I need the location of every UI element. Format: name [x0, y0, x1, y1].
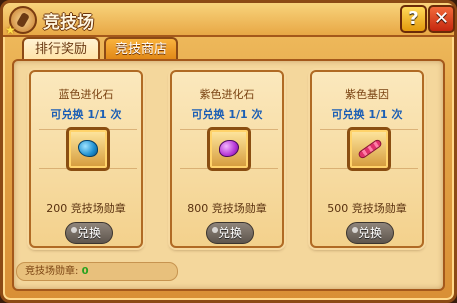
shop-item-card: 紫色进化石 可兑换 1/1 次 800 竞技场勋章 兑换	[170, 70, 284, 248]
item-name: 紫色基因	[345, 88, 389, 101]
item-slot[interactable]	[347, 127, 391, 171]
medal-balance-value: 0	[81, 266, 89, 277]
item-name: 蓝色进化石	[58, 88, 114, 101]
purple-gene-icon	[357, 138, 383, 160]
title-bar: ★ 竞技场 ? ✕	[3, 3, 455, 37]
item-price: 800 竞技场勋章	[187, 202, 267, 215]
purple-evolution-stone-icon	[219, 140, 239, 157]
close-button[interactable]: ✕	[428, 5, 455, 33]
tab-ranking-rewards[interactable]: 排行奖励	[22, 37, 100, 60]
item-exchange-limit: 可兑换 1/1 次	[191, 108, 263, 121]
item-price: 500 竞技场勋章	[327, 202, 407, 215]
window-title: 竞技场	[43, 13, 94, 33]
item-exchange-limit: 可兑换 1/1 次	[50, 108, 122, 121]
item-slot[interactable]	[207, 127, 251, 171]
item-slot[interactable]	[66, 127, 110, 171]
blue-evolution-stone-icon	[78, 140, 98, 157]
item-price: 200 竞技场勋章	[46, 202, 126, 215]
exchange-button[interactable]: 兑换	[206, 222, 254, 244]
shop-item-card: 紫色基因 可兑换 1/1 次 500 竞技场勋章 兑换	[310, 70, 424, 248]
medal-balance: 竞技场勋章: 0	[16, 262, 178, 281]
exchange-button[interactable]: 兑换	[346, 222, 394, 244]
item-name: 紫色进化石	[199, 88, 255, 101]
star-icon: ★	[5, 23, 16, 37]
shop-item-card: 蓝色进化石 可兑换 1/1 次 200 竞技场勋章 兑换	[29, 70, 143, 248]
help-button[interactable]: ?	[400, 5, 427, 33]
medal-balance-label: 竞技场勋章:	[25, 266, 79, 277]
tab-arena-shop[interactable]: 竞技商店	[104, 37, 178, 60]
item-exchange-limit: 可兑换 1/1 次	[331, 108, 403, 121]
exchange-button[interactable]: 兑换	[65, 222, 113, 244]
